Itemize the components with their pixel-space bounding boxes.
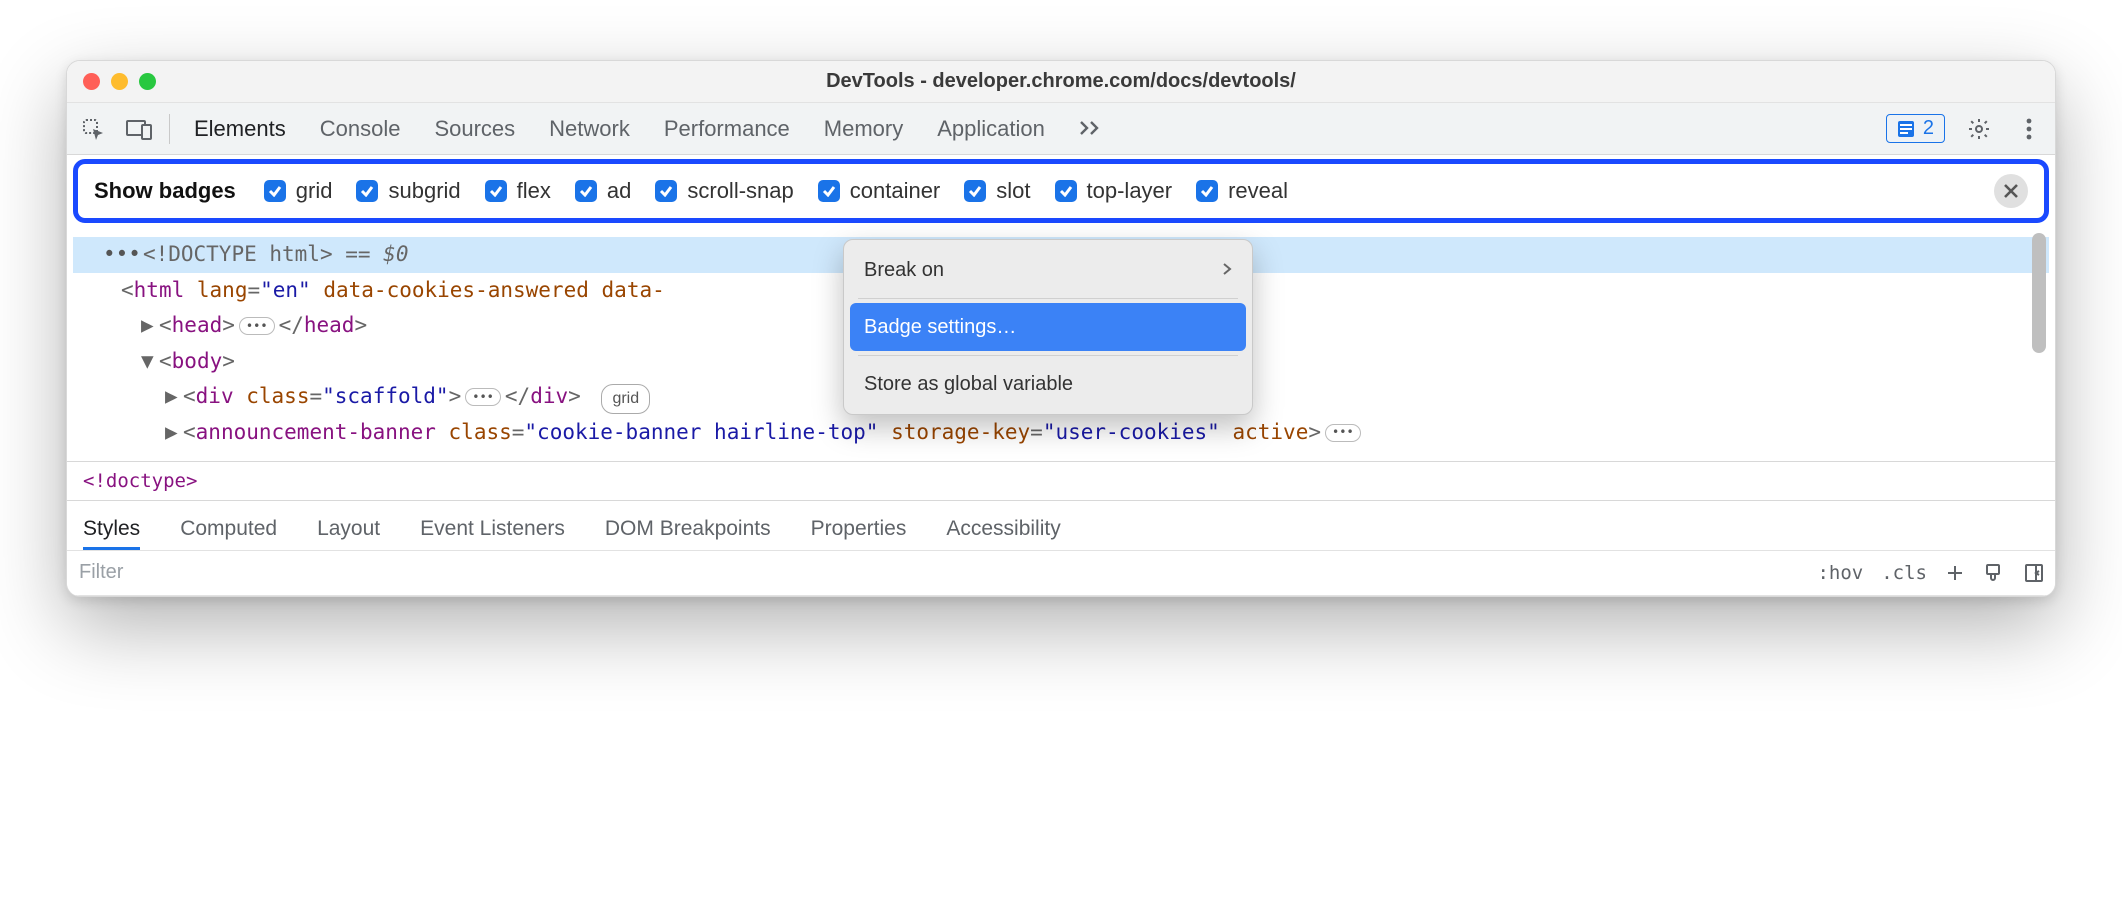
issues-count: 2: [1923, 117, 1934, 140]
settings-gear-icon[interactable]: [1963, 113, 1995, 145]
styles-filter-row: :hov .cls: [67, 550, 2055, 596]
badge-checkbox-reveal[interactable]: reveal: [1196, 178, 1288, 204]
kebab-menu-icon[interactable]: [2013, 113, 2045, 145]
subtab-properties[interactable]: Properties: [811, 511, 907, 550]
computed-panel-icon[interactable]: [2023, 562, 2045, 584]
show-badges-bar: Show badges grid subgrid flex ad scroll-…: [73, 159, 2049, 223]
checkbox-icon: [1055, 180, 1077, 202]
ellipsis-icon[interactable]: •••: [1325, 424, 1361, 442]
devtools-toolbar: Elements Console Sources Network Perform…: [67, 103, 2055, 155]
styles-panel-tabs: Styles Computed Layout Event Listeners D…: [67, 500, 2055, 550]
window-close-button[interactable]: [83, 73, 100, 90]
checkbox-icon: [655, 180, 677, 202]
toolbar-divider: [169, 114, 170, 144]
close-badges-bar-button[interactable]: [1994, 174, 2028, 208]
tab-console[interactable]: Console: [320, 116, 401, 142]
checkbox-icon: [575, 180, 597, 202]
checkbox-icon: [356, 180, 378, 202]
badge-checkbox-container[interactable]: container: [818, 178, 941, 204]
badge-checkbox-subgrid[interactable]: subgrid: [356, 178, 460, 204]
context-menu-separator: [858, 298, 1238, 299]
window-minimize-button[interactable]: [111, 73, 128, 90]
window-title: DevTools - developer.chrome.com/docs/dev…: [67, 70, 2055, 93]
badge-checkbox-flex[interactable]: flex: [485, 178, 551, 204]
subtab-event-listeners[interactable]: Event Listeners: [420, 511, 565, 550]
tab-performance[interactable]: Performance: [664, 116, 790, 142]
issues-badge[interactable]: 2: [1886, 114, 1945, 143]
toolbar-right: 2: [1886, 113, 2045, 145]
checkbox-icon: [485, 180, 507, 202]
context-menu-separator: [858, 355, 1238, 356]
titlebar: DevTools - developer.chrome.com/docs/dev…: [67, 61, 2055, 103]
subtab-computed[interactable]: Computed: [180, 511, 277, 550]
badge-checkbox-grid[interactable]: grid: [264, 178, 333, 204]
subtab-layout[interactable]: Layout: [317, 511, 380, 550]
hov-toggle[interactable]: :hov: [1817, 562, 1863, 584]
styles-filter-input[interactable]: [77, 551, 1817, 595]
badge-checkbox-ad[interactable]: ad: [575, 178, 631, 204]
context-menu-badge-settings[interactable]: Badge settings…: [850, 303, 1246, 351]
context-menu-store-global[interactable]: Store as global variable: [850, 360, 1246, 408]
dom-node-announcement-banner[interactable]: ▶<announcement-banner class="cookie-bann…: [73, 415, 2049, 451]
tab-memory[interactable]: Memory: [824, 116, 903, 142]
cls-toggle[interactable]: .cls: [1881, 562, 1927, 584]
subtab-accessibility[interactable]: Accessibility: [946, 511, 1060, 550]
show-badges-label: Show badges: [94, 178, 236, 204]
context-menu: Break on Badge settings… Store as global…: [843, 239, 1253, 415]
checkbox-icon: [964, 180, 986, 202]
checkbox-icon: [264, 180, 286, 202]
main-tabs: Elements Console Sources Network Perform…: [194, 115, 1872, 143]
badge-checkbox-scroll-snap[interactable]: scroll-snap: [655, 178, 793, 204]
subtab-dom-breakpoints[interactable]: DOM Breakpoints: [605, 511, 771, 550]
devtools-window: DevTools - developer.chrome.com/docs/dev…: [66, 60, 2056, 597]
tab-network[interactable]: Network: [549, 116, 630, 142]
chevron-right-icon: [1222, 254, 1232, 286]
checkbox-icon: [818, 180, 840, 202]
badge-checkbox-slot[interactable]: slot: [964, 178, 1030, 204]
traffic-lights: [83, 73, 156, 90]
subtab-styles[interactable]: Styles: [83, 511, 140, 550]
inspect-element-icon[interactable]: [77, 113, 109, 145]
tab-sources[interactable]: Sources: [434, 116, 515, 142]
breadcrumb[interactable]: <!doctype>: [67, 461, 2055, 500]
dom-scrollbar[interactable]: [2032, 233, 2046, 453]
badge-checkbox-top-layer[interactable]: top-layer: [1055, 178, 1173, 204]
grid-badge[interactable]: grid: [601, 384, 650, 414]
ellipsis-icon[interactable]: •••: [239, 317, 275, 335]
window-zoom-button[interactable]: [139, 73, 156, 90]
new-style-rule-icon[interactable]: [1945, 563, 1965, 583]
context-menu-break-on[interactable]: Break on: [850, 246, 1246, 294]
more-tabs-icon[interactable]: [1079, 115, 1105, 143]
dom-tree[interactable]: <!DOCTYPE html> == $0 <html lang="en" da…: [73, 231, 2049, 455]
paint-brush-icon[interactable]: [1983, 562, 2005, 584]
styles-filter-tools: :hov .cls: [1817, 562, 2045, 584]
ellipsis-icon[interactable]: •••: [465, 388, 501, 406]
tab-application[interactable]: Application: [937, 116, 1045, 142]
checkbox-icon: [1196, 180, 1218, 202]
tab-elements[interactable]: Elements: [194, 116, 286, 142]
scrollbar-thumb[interactable]: [2032, 233, 2046, 353]
device-toolbar-icon[interactable]: [123, 113, 155, 145]
